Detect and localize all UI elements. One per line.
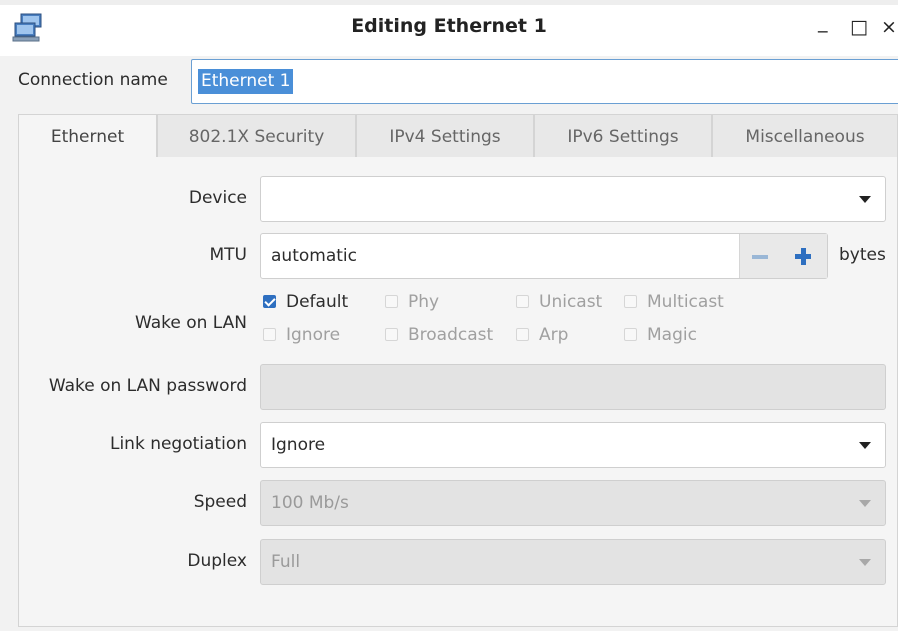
minimize-button[interactable]: _ — [818, 11, 828, 33]
wol-default-checkbox[interactable]: Default — [263, 292, 348, 312]
chevron-down-icon — [859, 442, 871, 449]
chevron-down-icon — [859, 196, 871, 203]
mtu-label: MTU — [209, 245, 248, 265]
checkbox-icon — [624, 295, 637, 308]
wol-unicast-checkbox[interactable]: Unicast — [516, 292, 602, 312]
speed-value: 100 Mb/s — [271, 493, 349, 513]
checkbox-icon — [385, 295, 398, 308]
wol-multicast-checkbox[interactable]: Multicast — [624, 292, 724, 312]
wol-multicast-label: Multicast — [647, 292, 724, 312]
checkbox-icon — [263, 328, 276, 341]
minus-icon[interactable] — [752, 255, 768, 259]
wake-on-lan-password-input[interactable] — [260, 364, 886, 410]
wol-ignore-label: Ignore — [286, 325, 341, 345]
link-negotiation-dropdown[interactable]: Ignore — [260, 422, 886, 468]
wol-ignore-checkbox[interactable]: Ignore — [263, 325, 340, 345]
link-negotiation-value: Ignore — [271, 435, 326, 455]
tab-ipv4-settings[interactable]: IPv4 Settings — [356, 114, 534, 158]
duplex-value: Full — [271, 552, 301, 572]
checkbox-checked-icon — [263, 295, 276, 308]
checkbox-icon — [385, 328, 398, 341]
speed-label: Speed — [193, 492, 247, 512]
wol-arp-checkbox[interactable]: Arp — [516, 325, 568, 345]
window-title: Editing Ethernet 1 — [351, 15, 547, 37]
wol-broadcast-checkbox[interactable]: Broadcast — [385, 325, 493, 345]
link-negotiation-label: Link negotiation — [109, 434, 247, 454]
connection-name-label: Connection name — [18, 70, 168, 90]
maximize-button[interactable]: □ — [850, 16, 868, 38]
wol-phy-label: Phy — [408, 292, 440, 312]
wol-magic-checkbox[interactable]: Magic — [624, 325, 697, 345]
tab-miscellaneous[interactable]: Miscellaneous — [712, 114, 898, 158]
tab-ethernet[interactable]: Ethernet — [18, 114, 157, 159]
tab-8021x-security[interactable]: 802.1X Security — [157, 114, 356, 158]
editing-connection-window: Editing Ethernet 1 _ □ × Connection name… — [0, 0, 898, 631]
plus-icon-vertical[interactable] — [801, 248, 806, 265]
checkbox-icon — [624, 328, 637, 341]
chevron-down-icon — [859, 559, 871, 566]
wol-broadcast-label: Broadcast — [408, 325, 494, 345]
close-button[interactable]: × — [881, 16, 897, 38]
mtu-stepper — [739, 234, 827, 278]
device-label: Device — [188, 188, 247, 208]
tab-bar: Ethernet 802.1X Security IPv4 Settings I… — [18, 114, 898, 159]
wol-unicast-label: Unicast — [539, 292, 603, 312]
tab-ipv6-settings[interactable]: IPv6 Settings — [534, 114, 712, 158]
chevron-down-icon — [859, 500, 871, 507]
wol-arp-label: Arp — [539, 325, 569, 345]
wake-on-lan-password-label: Wake on LAN password — [48, 376, 247, 396]
device-dropdown[interactable] — [260, 176, 886, 222]
title-bar[interactable]: Editing Ethernet 1 _ □ × — [0, 0, 898, 56]
ethernet-panel: Device MTU automatic bytes Wake on LAN D… — [18, 157, 898, 627]
duplex-label: Duplex — [187, 551, 247, 571]
wake-on-lan-label: Wake on LAN — [134, 313, 247, 333]
connection-name-input[interactable]: Ethernet 1 — [191, 59, 898, 104]
speed-dropdown[interactable]: 100 Mb/s — [260, 480, 886, 526]
duplex-dropdown[interactable]: Full — [260, 539, 886, 585]
checkbox-icon — [516, 328, 529, 341]
wol-phy-checkbox[interactable]: Phy — [385, 292, 439, 312]
mtu-value: automatic — [271, 246, 357, 266]
mtu-spinbox[interactable]: automatic — [260, 233, 828, 279]
wol-default-label: Default — [286, 292, 349, 312]
mtu-unit-label: bytes — [839, 245, 886, 265]
connection-name-value: Ethernet 1 — [198, 69, 294, 94]
checkbox-icon — [516, 295, 529, 308]
wol-magic-label: Magic — [647, 325, 697, 345]
